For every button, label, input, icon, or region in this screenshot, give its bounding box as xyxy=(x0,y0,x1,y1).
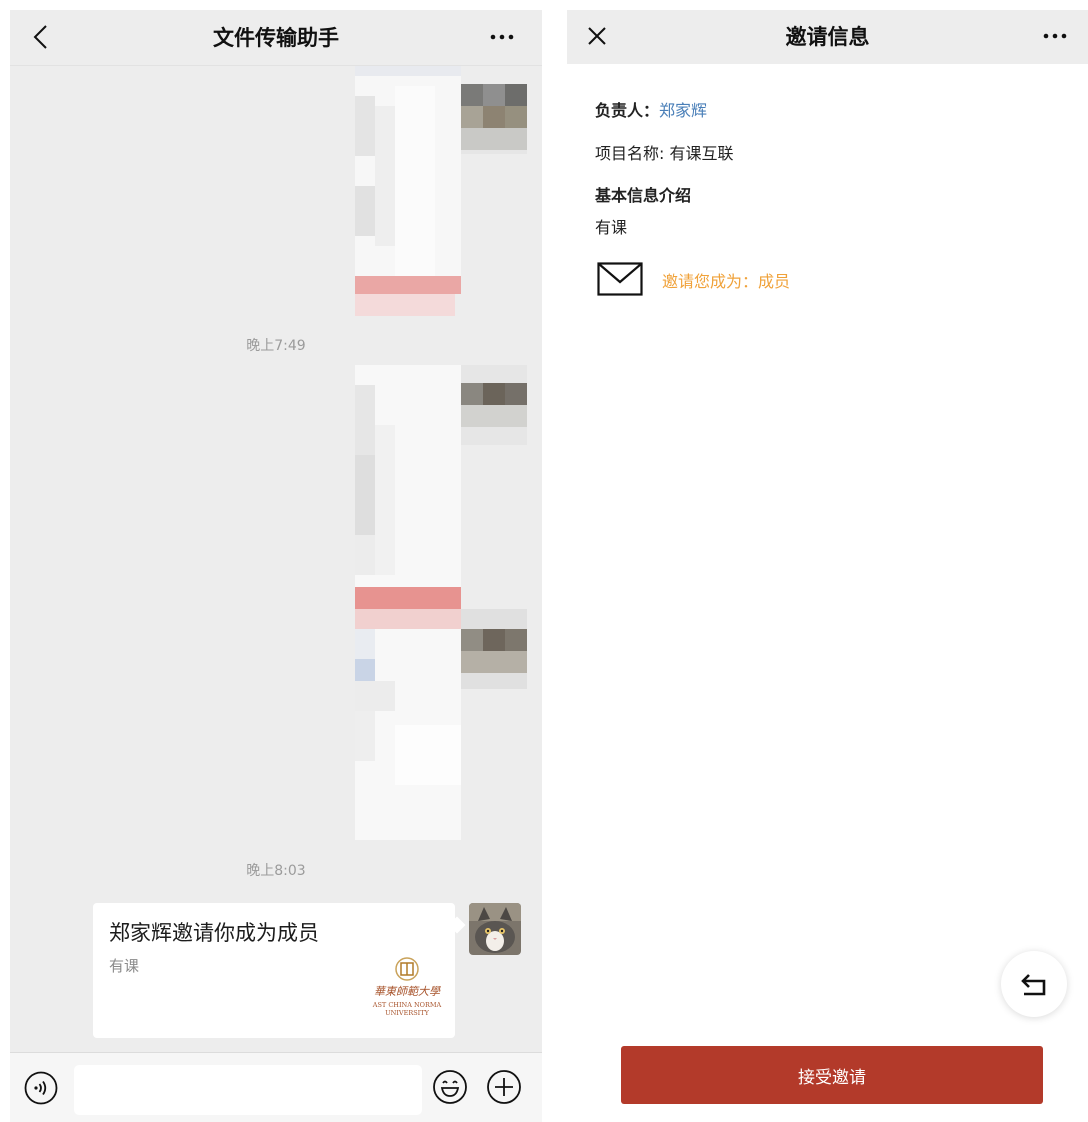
basic-info-text: 有课 xyxy=(595,218,628,237)
bubble-tail xyxy=(448,916,466,934)
timestamp: 晚上7:49 xyxy=(246,338,306,354)
more-dots-icon[interactable] xyxy=(1037,23,1073,49)
owner-label: 负责人： xyxy=(595,101,660,120)
message-input[interactable] xyxy=(74,1065,422,1115)
more-dots-icon[interactable] xyxy=(484,24,520,50)
plus-icon[interactable] xyxy=(486,1069,522,1105)
chat-input-bar xyxy=(10,1052,542,1122)
invite-card-subtitle: 有课 xyxy=(109,957,140,975)
avatar[interactable] xyxy=(469,903,521,955)
chat-panel: 文件传输助手 晚上7:49 晚上8:03 郑家辉邀请你成为成员 有课 華東師範大… xyxy=(10,10,542,1122)
logo-text: UNIVERSITY xyxy=(385,1009,429,1017)
accept-invite-button[interactable]: 接受邀请 xyxy=(621,1046,1043,1104)
close-icon[interactable] xyxy=(583,22,611,50)
invite-title: 邀请信息 xyxy=(785,25,870,49)
envelope-icon xyxy=(597,262,643,296)
chevron-left-icon[interactable] xyxy=(26,22,56,52)
invite-header: 邀请信息 xyxy=(567,10,1088,64)
return-button[interactable] xyxy=(1001,951,1067,1017)
logo-text: 華東師範大學 xyxy=(374,985,441,998)
return-arrow-icon xyxy=(1021,974,1046,996)
voice-icon[interactable] xyxy=(24,1071,58,1105)
emoji-icon[interactable] xyxy=(432,1069,468,1105)
timestamp: 晚上8:03 xyxy=(246,863,306,879)
university-logo: 華東師範大學 AST CHINA NORMA UNIVERSITY xyxy=(372,957,442,1017)
invite-card-message[interactable]: 郑家辉邀请你成为成员 有课 華東師範大學 AST CHINA NORMA UNI… xyxy=(93,903,466,1038)
invite-role-text: 邀请您成为：成员 xyxy=(662,272,791,291)
invite-card-title: 郑家辉邀请你成为成员 xyxy=(109,921,319,945)
image-message[interactable] xyxy=(355,365,527,840)
project-name: 项目名称: 有课互联 xyxy=(595,144,734,163)
owner-name[interactable]: 郑家辉 xyxy=(659,101,707,120)
invite-panel: 邀请信息 负责人：郑家辉 项目名称: 有课互联 基本信息介绍 有课 邀请您成为：… xyxy=(567,10,1088,1122)
logo-text: AST CHINA NORMA xyxy=(372,1001,442,1009)
image-message[interactable] xyxy=(355,66,527,322)
owner-line: 负责人：郑家辉 xyxy=(595,97,707,121)
basic-info-heading: 基本信息介绍 xyxy=(595,186,692,205)
chat-header: 文件传输助手 xyxy=(10,10,542,66)
chat-title: 文件传输助手 xyxy=(213,26,339,50)
